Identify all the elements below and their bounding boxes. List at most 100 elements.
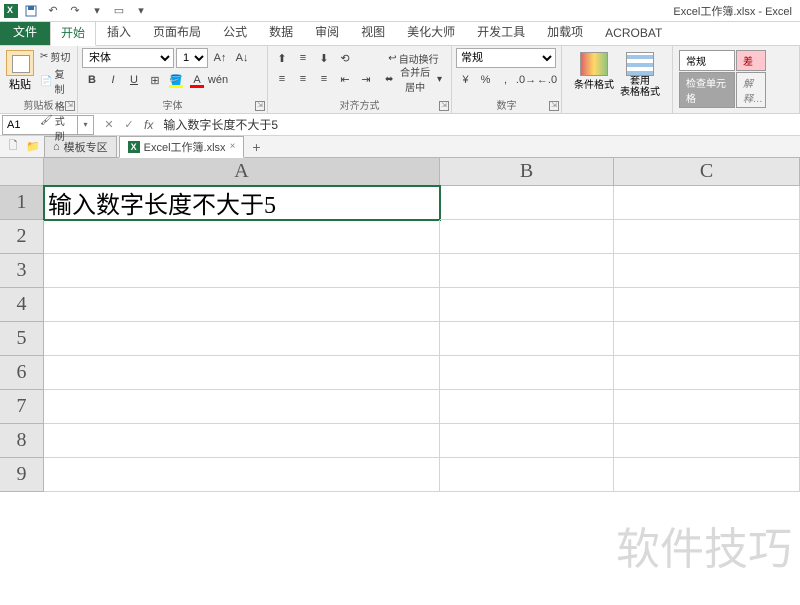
- row-header-9[interactable]: 9: [0, 458, 44, 492]
- style-explain[interactable]: 解释…: [736, 72, 766, 108]
- cell-c8[interactable]: [614, 424, 800, 458]
- underline-button[interactable]: U: [124, 70, 144, 90]
- name-box-dropdown[interactable]: ▾: [78, 115, 94, 135]
- tab-file[interactable]: 文件: [0, 18, 50, 45]
- row-header-6[interactable]: 6: [0, 356, 44, 390]
- number-launcher[interactable]: ⇲: [549, 101, 559, 111]
- add-tab-button[interactable]: +: [246, 139, 266, 155]
- cell-a6[interactable]: [44, 356, 440, 390]
- col-header-c[interactable]: C: [614, 158, 800, 186]
- currency-button[interactable]: ¥: [456, 70, 475, 90]
- cell-c3[interactable]: [614, 254, 800, 288]
- qat-dropdown-icon[interactable]: ▾: [132, 3, 150, 19]
- conditional-format-button[interactable]: 条件格式: [572, 50, 616, 100]
- qat-more-icon[interactable]: ▾: [88, 3, 106, 19]
- align-bottom-button[interactable]: ⬇: [314, 48, 334, 68]
- font-name-select[interactable]: 宋体: [82, 48, 174, 68]
- align-middle-button[interactable]: ≡: [293, 48, 313, 68]
- cell-b4[interactable]: [440, 288, 614, 322]
- close-tab-icon[interactable]: ×: [230, 141, 236, 152]
- merge-center-button[interactable]: ⬌合并后居中▾: [380, 69, 447, 89]
- tab-workbook[interactable]: Excel工作簿.xlsx×: [119, 136, 245, 158]
- paste-button[interactable]: 粘贴: [4, 48, 36, 144]
- enter-formula-button[interactable]: ✓: [120, 116, 138, 134]
- cell-a4[interactable]: [44, 288, 440, 322]
- col-header-a[interactable]: A: [44, 158, 440, 186]
- format-table-button[interactable]: 套用 表格格式: [618, 50, 662, 100]
- row-header-7[interactable]: 7: [0, 390, 44, 424]
- formula-bar[interactable]: 输入数字长度不大于5: [159, 116, 800, 133]
- align-top-button[interactable]: ⬆: [272, 48, 292, 68]
- tab-beautify[interactable]: 美化大师: [396, 18, 466, 45]
- percent-button[interactable]: %: [476, 70, 495, 90]
- style-check[interactable]: 检查单元格: [679, 72, 735, 108]
- cell-a3[interactable]: [44, 254, 440, 288]
- comma-button[interactable]: ,: [496, 70, 515, 90]
- undo-icon[interactable]: ↶: [44, 3, 62, 19]
- row-header-8[interactable]: 8: [0, 424, 44, 458]
- cell-a7[interactable]: [44, 390, 440, 424]
- increase-decimal-button[interactable]: .0→: [516, 70, 536, 90]
- save-icon[interactable]: [22, 3, 40, 19]
- border-button[interactable]: ⊞: [145, 70, 165, 90]
- cell-b9[interactable]: [440, 458, 614, 492]
- cell-c1[interactable]: [614, 186, 800, 220]
- style-bad[interactable]: 差: [736, 50, 766, 71]
- copy-button[interactable]: 📄复制: [38, 65, 73, 97]
- bold-button[interactable]: B: [82, 70, 102, 90]
- font-launcher[interactable]: ⇲: [255, 101, 265, 111]
- cell-c5[interactable]: [614, 322, 800, 356]
- cell-a8[interactable]: [44, 424, 440, 458]
- row-header-1[interactable]: 1: [0, 186, 44, 220]
- row-header-4[interactable]: 4: [0, 288, 44, 322]
- tab-view[interactable]: 视图: [350, 18, 396, 45]
- clipboard-launcher[interactable]: ⇲: [65, 101, 75, 111]
- cell-b7[interactable]: [440, 390, 614, 424]
- phonetic-button[interactable]: wén: [208, 70, 228, 90]
- redo-icon[interactable]: ↷: [66, 3, 84, 19]
- cell-c7[interactable]: [614, 390, 800, 424]
- cell-a5[interactable]: [44, 322, 440, 356]
- cell-c6[interactable]: [614, 356, 800, 390]
- tab-formulas[interactable]: 公式: [212, 18, 258, 45]
- tab-addins[interactable]: 加载项: [536, 18, 594, 45]
- cell-a2[interactable]: [44, 220, 440, 254]
- indent-decrease-button[interactable]: ⇤: [335, 69, 355, 89]
- alignment-launcher[interactable]: ⇲: [439, 101, 449, 111]
- cut-button[interactable]: ✂剪切: [38, 48, 73, 65]
- row-header-2[interactable]: 2: [0, 220, 44, 254]
- decrease-font-button[interactable]: A↓: [232, 48, 252, 68]
- font-color-button[interactable]: A: [187, 70, 207, 90]
- cell-c4[interactable]: [614, 288, 800, 322]
- cell-b8[interactable]: [440, 424, 614, 458]
- qat-item-icon[interactable]: ▭: [110, 3, 128, 19]
- cell-c2[interactable]: [614, 220, 800, 254]
- select-all-corner[interactable]: [0, 158, 44, 186]
- tab-pagelayout[interactable]: 页面布局: [142, 18, 212, 45]
- fx-icon[interactable]: fx: [144, 118, 153, 132]
- cell-b3[interactable]: [440, 254, 614, 288]
- cell-a9[interactable]: [44, 458, 440, 492]
- cell-b2[interactable]: [440, 220, 614, 254]
- cell-b5[interactable]: [440, 322, 614, 356]
- row-header-5[interactable]: 5: [0, 322, 44, 356]
- align-left-button[interactable]: ≡: [272, 69, 292, 89]
- tab-developer[interactable]: 开发工具: [466, 18, 536, 45]
- row-header-3[interactable]: 3: [0, 254, 44, 288]
- cell-b1[interactable]: [440, 186, 614, 220]
- italic-button[interactable]: I: [103, 70, 123, 90]
- style-normal[interactable]: 常规: [679, 50, 735, 71]
- tab-home[interactable]: 开始: [50, 19, 96, 46]
- increase-font-button[interactable]: A↑: [210, 48, 230, 68]
- tab-acrobat[interactable]: ACROBAT: [594, 21, 673, 45]
- font-size-select[interactable]: 11: [176, 48, 208, 68]
- cell-c9[interactable]: [614, 458, 800, 492]
- cell-a1[interactable]: 输入数字长度不大于5: [44, 186, 440, 220]
- align-right-button[interactable]: ≡: [314, 69, 334, 89]
- indent-increase-button[interactable]: ⇥: [356, 69, 376, 89]
- align-center-button[interactable]: ≡: [293, 69, 313, 89]
- tab-data[interactable]: 数据: [258, 18, 304, 45]
- orientation-button[interactable]: ⟲: [335, 48, 355, 68]
- number-format-select[interactable]: 常规: [456, 48, 556, 68]
- cancel-formula-button[interactable]: ✕: [100, 116, 118, 134]
